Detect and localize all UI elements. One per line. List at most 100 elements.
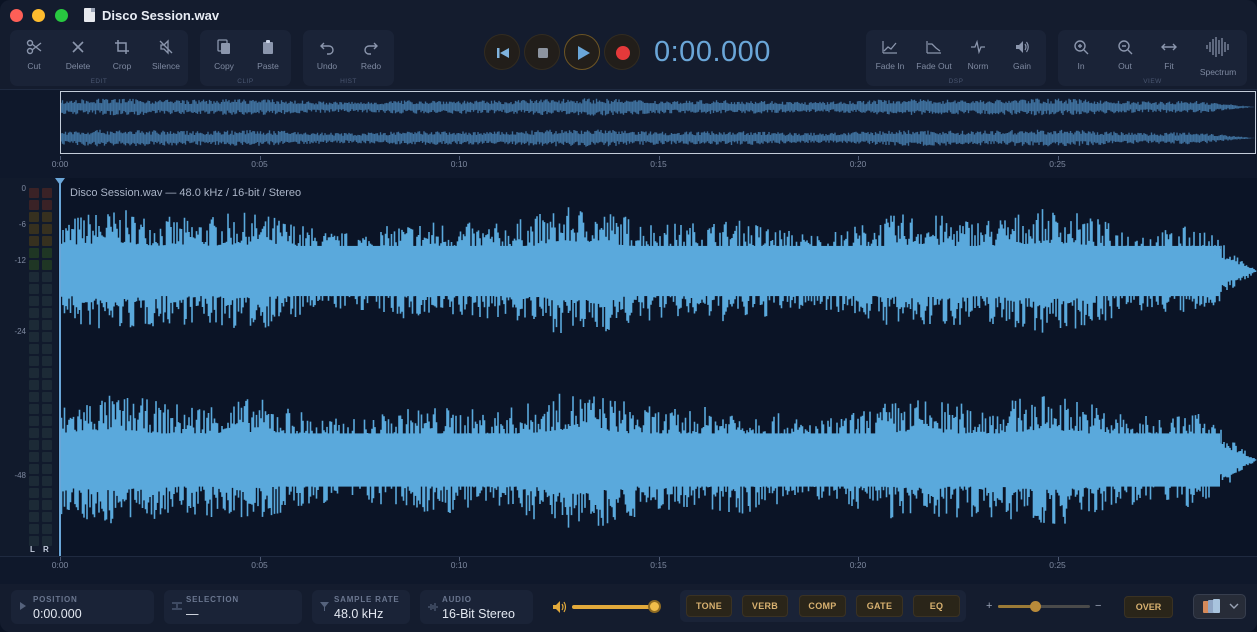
volume-slider[interactable] — [572, 605, 656, 609]
redo-icon — [364, 42, 378, 55]
meter-segment — [42, 464, 52, 474]
close-window-button[interactable] — [10, 9, 23, 22]
fade-in-button[interactable]: Fade In — [868, 30, 912, 78]
cut-label: Cut — [27, 61, 41, 71]
meter-segment — [29, 200, 39, 210]
comp-button[interactable]: COMP — [799, 595, 846, 617]
zoom-minus-label: − — [1095, 600, 1102, 612]
app-window: Disco Session.wav Cut Delete Crop Silenc… — [0, 0, 1257, 632]
fit-button[interactable]: Fit — [1147, 30, 1191, 78]
selection-icon — [172, 602, 182, 610]
crop-label: Crop — [112, 61, 132, 71]
overview-channel — [60, 129, 1255, 147]
waveform-editor[interactable]: 0 -6 -12 -24 -48 L R Disco Session.wav — 48.… — [0, 178, 1257, 556]
over-button[interactable]: OVER — [1124, 596, 1173, 618]
db-label: 0 — [21, 184, 26, 193]
edit-group-label: EDIT — [90, 78, 108, 85]
dsp-group-label: DSP — [948, 78, 964, 85]
cut-button[interactable]: Cut — [12, 30, 56, 78]
meter-segment — [42, 188, 52, 198]
meter-segment — [42, 296, 52, 306]
top-timeline-ruler[interactable]: 0:00 0:05 0:10 0:15 0:20 0:25 — [0, 156, 1257, 176]
fade-out-button[interactable]: Fade Out — [912, 30, 956, 78]
meter-segment — [42, 500, 52, 510]
paste-button[interactable]: Paste — [246, 30, 290, 78]
playhead-handle[interactable] — [55, 178, 65, 185]
eq-button[interactable]: EQ — [913, 595, 960, 617]
play-button[interactable] — [564, 34, 600, 70]
delete-button[interactable]: Delete — [56, 30, 100, 78]
overview-waveform[interactable] — [60, 91, 1256, 154]
ruler-tick-label: 0:10 — [450, 560, 468, 570]
verb-button[interactable]: VERB — [742, 595, 788, 617]
meter-segment — [29, 188, 39, 198]
db-label: -48 — [14, 471, 26, 480]
db-label: -24 — [14, 327, 26, 336]
pulse-icon — [971, 39, 985, 55]
stop-button[interactable] — [524, 34, 560, 70]
playhead[interactable] — [59, 178, 61, 556]
right-level-meter — [42, 188, 52, 548]
crop-icon — [115, 40, 129, 54]
meter-segment — [42, 440, 52, 450]
spectrum-button[interactable]: Spectrum — [1191, 30, 1245, 78]
meter-segment — [29, 512, 39, 522]
spectrum-label: Spectrum — [1199, 67, 1237, 77]
tone-button[interactable]: TONE — [686, 595, 732, 617]
zoom-slider-knob[interactable] — [1029, 601, 1041, 612]
copy-button[interactable]: Copy — [202, 30, 246, 78]
scissors-icon — [26, 39, 42, 55]
meter-segment — [29, 488, 39, 498]
undo-label: Undo — [316, 61, 338, 71]
position-value: 0:00.000 — [33, 607, 82, 621]
maximize-window-button[interactable] — [55, 9, 68, 22]
theme-picker-button[interactable] — [1193, 594, 1246, 619]
meter-segment — [42, 524, 52, 534]
edit-group: Cut Delete Crop Silence EDIT — [10, 30, 188, 86]
play-icon — [578, 46, 590, 60]
meter-segment — [42, 212, 52, 222]
record-button[interactable] — [604, 34, 640, 70]
ruler-tick-label: 0:00 — [51, 560, 69, 570]
meter-segment — [29, 524, 39, 534]
position-panel: POSITION 0:00.000 — [11, 590, 154, 624]
zoom-out-button[interactable]: Out — [1103, 30, 1147, 78]
position-caption: POSITION — [33, 595, 78, 604]
effects-group: TONE VERB COMP GATE EQ — [680, 590, 966, 622]
paste-label: Paste — [257, 61, 279, 71]
zoom-in-button[interactable]: In — [1059, 30, 1103, 78]
crop-button[interactable]: Crop — [100, 30, 144, 78]
undo-button[interactable]: Undo — [305, 30, 349, 78]
meter-segment — [29, 428, 39, 438]
db-label: -12 — [14, 256, 26, 265]
clipboard-icon — [263, 40, 273, 54]
gate-button[interactable]: GATE — [856, 595, 903, 617]
horizontal-arrows-icon — [1161, 43, 1177, 51]
redo-button[interactable]: Redo — [349, 30, 393, 78]
selection-caption: SELECTION — [186, 595, 239, 604]
meter-segment — [29, 308, 39, 318]
normalize-label: Norm — [967, 61, 989, 71]
meter-segment — [29, 224, 39, 234]
fade-out-icon — [926, 41, 941, 54]
bottom-timeline-ruler[interactable]: 0:00 0:05 0:10 0:15 0:20 0:25 — [0, 556, 1257, 584]
stop-icon — [538, 48, 548, 58]
meter-segment — [42, 476, 52, 486]
meter-segment — [29, 392, 39, 402]
rewind-button[interactable] — [484, 34, 520, 70]
minimize-window-button[interactable] — [32, 9, 45, 22]
normalize-button[interactable]: Norm — [956, 30, 1000, 78]
clip-group-label: CLIP — [237, 78, 254, 85]
silence-button[interactable]: Silence — [144, 30, 188, 78]
sample-rate-panel: SAMPLE RATE 48.0 kHz — [312, 590, 410, 624]
volume-slider-knob[interactable] — [648, 600, 661, 613]
gain-button[interactable]: Gain — [1000, 30, 1044, 78]
mute-icon — [159, 39, 173, 55]
fade-out-label: Fade Out — [916, 61, 952, 71]
fade-in-icon — [882, 41, 897, 54]
window-title: Disco Session.wav — [102, 8, 220, 23]
meter-segment — [29, 356, 39, 366]
meter-segment — [42, 308, 52, 318]
ruler-tick-label: 0:05 — [251, 159, 268, 169]
view-group-label: VIEW — [1143, 78, 1162, 85]
